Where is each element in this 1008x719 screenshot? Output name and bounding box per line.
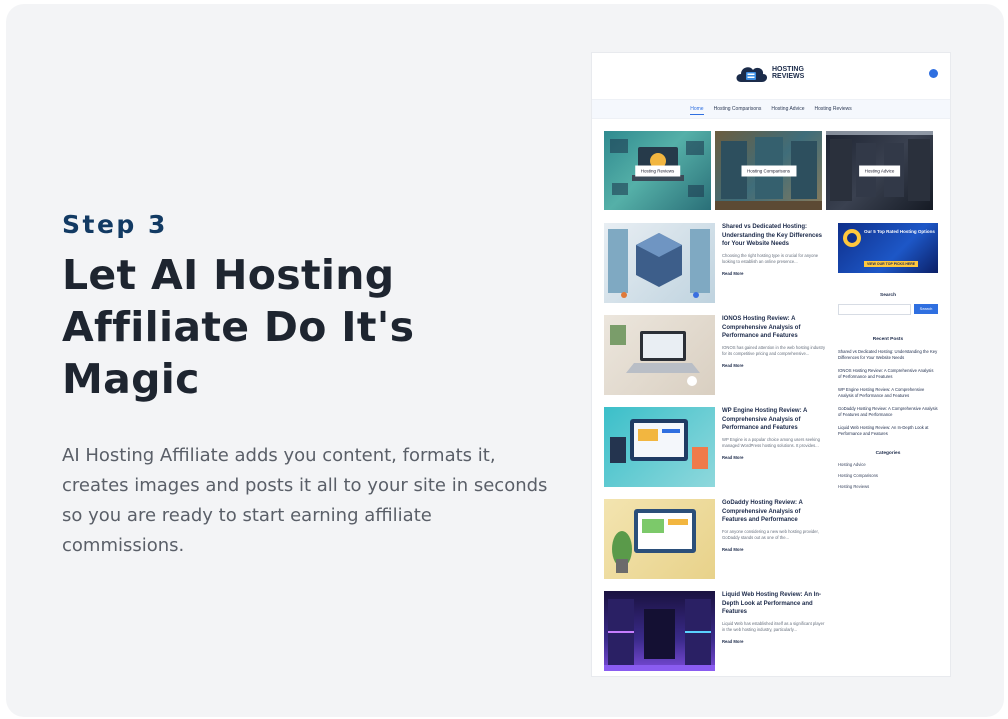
category-link[interactable]: Hosting Advice bbox=[838, 462, 938, 467]
categories-title: Categories bbox=[875, 451, 901, 456]
post-thumbnail[interactable] bbox=[604, 407, 715, 487]
post-title[interactable]: Liquid Web Hosting Review: An In-Depth L… bbox=[722, 591, 826, 617]
server-room-illustration bbox=[604, 599, 715, 671]
dashboard-illustration bbox=[612, 509, 696, 573]
search-input[interactable] bbox=[838, 304, 911, 315]
banner-button[interactable]: VIEW OUR TOP PICKS HERE bbox=[864, 261, 919, 267]
read-more-link[interactable]: Read More bbox=[722, 547, 826, 552]
recent-posts-title: Recent Posts bbox=[872, 337, 904, 342]
read-more-link[interactable]: Read More bbox=[722, 363, 826, 368]
post-excerpt: WP Engine is a popular choice among user… bbox=[722, 436, 820, 448]
recent-posts-list: Shared vs Dedicated Hosting: Understandi… bbox=[838, 349, 938, 437]
post-title[interactable]: GoDaddy Hosting Review: A Comprehensive … bbox=[722, 499, 826, 525]
post-title[interactable]: IONOS Hosting Review: A Comprehensive An… bbox=[722, 315, 826, 341]
list-item[interactable]: WP Engine Hosting Review: A Comprehensiv… bbox=[604, 407, 826, 487]
headline: Let AI Hosting Affiliate Do It's Magic bbox=[62, 251, 415, 403]
recent-post-link[interactable]: Shared vs Dedicated Hosting: Understandi… bbox=[838, 349, 938, 361]
sidebar: Our 5 Top Rated Hosting Options VIEW OUR… bbox=[838, 223, 938, 489]
step-copy: Step 3 Let AI Hosting Affiliate Do It's … bbox=[62, 210, 562, 561]
site-nav: Home Hosting Comparisons Hosting Advice … bbox=[592, 99, 950, 119]
read-more-link[interactable]: Read More bbox=[722, 455, 826, 460]
description: AI Hosting Affiliate adds you content, f… bbox=[62, 445, 548, 556]
featured-tile-advice[interactable]: Hosting Advice bbox=[826, 131, 933, 210]
post-thumbnail[interactable] bbox=[604, 223, 715, 303]
post-thumbnail[interactable] bbox=[604, 591, 715, 671]
post-list: Shared vs Dedicated Hosting: Understandi… bbox=[604, 223, 826, 676]
post-thumbnail[interactable] bbox=[604, 315, 715, 395]
logo-line-1: HOSTING bbox=[772, 66, 804, 73]
site-header: HOSTING REVIEWS bbox=[592, 53, 950, 99]
server-cube-illustration bbox=[608, 229, 710, 298]
step-label: Step 3 bbox=[62, 210, 168, 239]
recent-post-link[interactable]: WP Engine Hosting Review: A Comprehensiv… bbox=[838, 387, 938, 399]
logo-line-2: REVIEWS bbox=[772, 73, 805, 80]
top-hosting-banner[interactable]: Our 5 Top Rated Hosting Options VIEW OUR… bbox=[838, 223, 938, 273]
list-item[interactable]: IONOS Hosting Review: A Comprehensive An… bbox=[604, 315, 826, 395]
website-illustration bbox=[610, 419, 708, 469]
post-excerpt: IONOS has gained attention in the web ho… bbox=[722, 344, 826, 356]
search-widget-title: Search bbox=[880, 293, 896, 298]
search-icon[interactable] bbox=[929, 69, 938, 78]
nav-home[interactable]: Home bbox=[690, 104, 704, 115]
recent-post-link[interactable]: GoDaddy Hosting Review: A Comprehensive … bbox=[838, 406, 938, 418]
read-more-link[interactable]: Read More bbox=[722, 639, 826, 644]
featured-categories: Hosting Reviews Hosting Comparisons Host… bbox=[604, 131, 933, 210]
site-logo[interactable]: HOSTING REVIEWS bbox=[734, 62, 804, 84]
featured-tile-reviews[interactable]: Hosting Reviews bbox=[604, 131, 711, 210]
post-title[interactable]: WP Engine Hosting Review: A Comprehensiv… bbox=[722, 407, 826, 433]
list-item[interactable]: GoDaddy Hosting Review: A Comprehensive … bbox=[604, 499, 826, 579]
featured-label: Hosting Reviews bbox=[634, 165, 681, 176]
search-button[interactable]: Search bbox=[914, 304, 938, 314]
post-excerpt: Liquid Web has established itself as a s… bbox=[722, 620, 825, 632]
cloud-server-icon bbox=[736, 67, 768, 82]
category-link[interactable]: Hosting Reviews bbox=[838, 484, 938, 489]
laptop-desk-illustration bbox=[610, 325, 700, 386]
post-thumbnail[interactable] bbox=[604, 499, 715, 579]
recent-post-link[interactable]: IONOS Hosting Review: A Comprehensive An… bbox=[838, 368, 938, 380]
category-link[interactable]: Hosting Comparisons bbox=[838, 473, 938, 478]
award-badge-icon bbox=[843, 229, 861, 247]
list-item[interactable]: Liquid Web Hosting Review: An In-Depth L… bbox=[604, 591, 826, 671]
post-title[interactable]: Shared vs Dedicated Hosting: Understandi… bbox=[722, 223, 826, 249]
website-screenshot: HOSTING REVIEWS Home Hosting Comparisons… bbox=[592, 53, 950, 676]
featured-tile-comparisons[interactable]: Hosting Comparisons bbox=[715, 131, 822, 210]
featured-label: Hosting Comparisons bbox=[740, 165, 797, 176]
post-excerpt: Choosing the right hosting type is cruci… bbox=[722, 252, 819, 264]
categories-list: Hosting Advice Hosting Comparisons Hosti… bbox=[838, 462, 938, 489]
nav-hosting-reviews[interactable]: Hosting Reviews bbox=[814, 104, 851, 114]
post-excerpt: For anyone considering a new web hosting… bbox=[722, 528, 819, 540]
recent-post-link[interactable]: Liquid Web Hosting Review: An In-Depth L… bbox=[838, 425, 938, 437]
search-form: Search bbox=[838, 304, 938, 315]
featured-label: Hosting Advice bbox=[858, 165, 901, 176]
nav-hosting-advice[interactable]: Hosting Advice bbox=[771, 104, 804, 114]
nav-hosting-comparisons[interactable]: Hosting Comparisons bbox=[714, 104, 762, 114]
banner-title: Our 5 Top Rated Hosting Options bbox=[864, 229, 935, 234]
list-item[interactable]: Shared vs Dedicated Hosting: Understandi… bbox=[604, 223, 826, 303]
read-more-link[interactable]: Read More bbox=[722, 271, 826, 276]
